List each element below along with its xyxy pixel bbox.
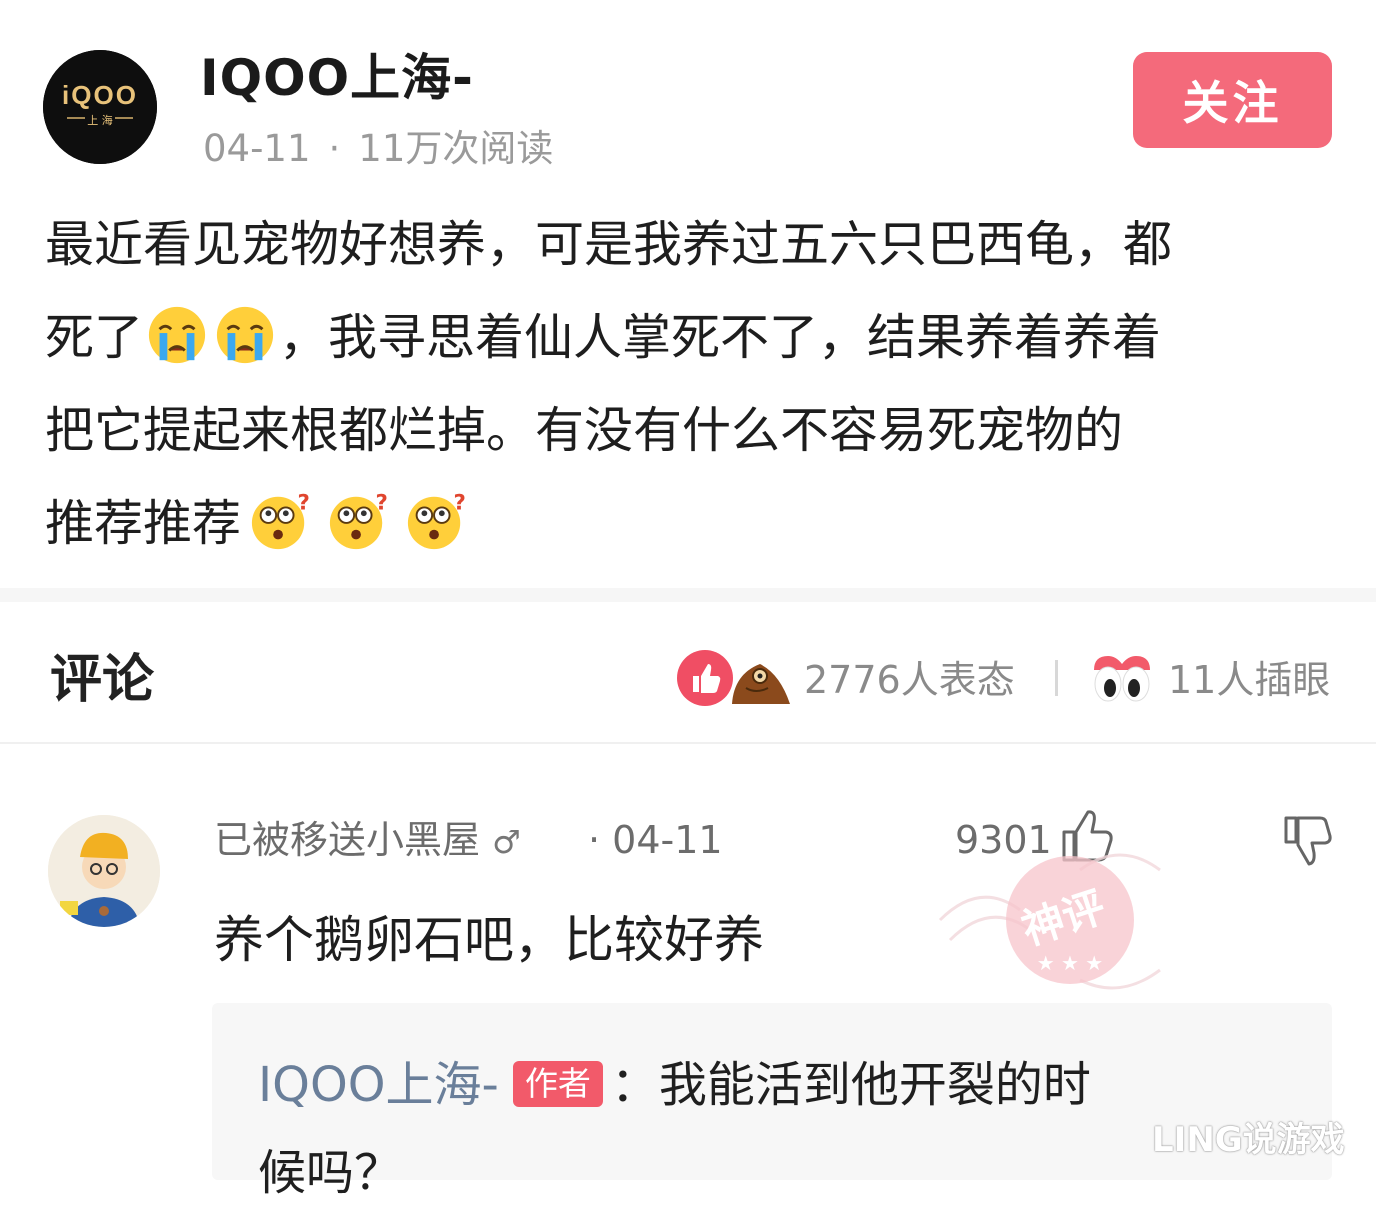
section-divider xyxy=(0,588,1376,602)
post-line: 死了 ，我寻思着仙人掌死不了，结果养着养着 xyxy=(45,291,1345,384)
post-line-text: ，我寻思着仙人掌死不了，结果养着养着 xyxy=(279,309,1162,366)
post-line-text: 推荐推荐 xyxy=(45,495,242,552)
eyes-watch-icon[interactable] xyxy=(1090,650,1156,704)
crying-face-icon xyxy=(148,306,206,364)
svg-text:★ ★ ★: ★ ★ ★ xyxy=(1037,951,1104,975)
thumbs-down-icon[interactable] xyxy=(1282,814,1334,868)
follow-button[interactable]: 关注 xyxy=(1133,52,1332,148)
svg-text:?: ? xyxy=(453,490,465,515)
crying-face-icon xyxy=(216,306,274,364)
comments-title: 评论 xyxy=(50,650,155,710)
reply-text-continued: 候吗？ xyxy=(258,1145,403,1201)
gender-male-icon: ♂ xyxy=(492,823,521,861)
author-avatar[interactable]: iQOO 上 海 xyxy=(43,50,157,164)
post-date: 04-11 xyxy=(203,127,311,170)
logo-subtext: 上 海 xyxy=(87,113,113,127)
post-line: 推荐推荐 ? ? ? xyxy=(45,477,1345,570)
header-divider xyxy=(0,742,1376,744)
commenter-name[interactable]: 已被移送小黑屋 ♂ xyxy=(214,816,521,866)
logo-text: iQOO xyxy=(62,80,138,110)
author-badge: 作者 xyxy=(512,1061,603,1107)
commenter-avatar[interactable] xyxy=(48,815,160,927)
post-line: 最近看见宠物好想养，可是我养过五六只巴西龟，都 xyxy=(45,216,1173,273)
shocked-reaction-icon xyxy=(732,664,790,704)
post-line: 把它提起来根都烂掉。有没有什么不容易死宠物的 xyxy=(45,402,1124,459)
confused-face-icon: ? xyxy=(251,490,310,550)
reply-text: ：我能活到他开裂的时 xyxy=(610,1057,1091,1113)
confused-face-icon: ? xyxy=(329,490,388,550)
post-meta: 04-11 · 11万次阅读 xyxy=(203,126,553,172)
meta-separator: · xyxy=(328,127,341,170)
author-name[interactable]: IQOO上海- xyxy=(200,48,474,108)
reaction-count[interactable]: 2776人表态 xyxy=(804,656,1015,704)
post-line-text: 死了 xyxy=(45,309,144,366)
thumbs-up-reaction-icon xyxy=(677,650,733,706)
reply-author-name[interactable]: IQOO上海- xyxy=(258,1057,499,1113)
watermark: LING说游戏 xyxy=(1152,1120,1345,1160)
confused-face-icon: ? xyxy=(407,490,466,550)
reaction-icons[interactable] xyxy=(676,648,792,708)
read-count: 11万次阅读 xyxy=(358,127,554,170)
svg-text:?: ? xyxy=(297,490,309,515)
commenter-name-text: 已被移送小黑屋 xyxy=(214,818,481,862)
watcher-count[interactable]: 11人插眼 xyxy=(1168,656,1330,704)
comment-text: 养个鹅卵石吧，比较好养 xyxy=(214,911,764,969)
reply-line: IQOO上海- 作者 ：我能活到他开裂的时 xyxy=(258,1052,1091,1118)
cartoon-boy-avatar-icon xyxy=(48,815,160,927)
post-body: 最近看见宠物好想养，可是我养过五六只巴西龟，都 死了 ，我寻思着仙人掌死不了，结… xyxy=(45,198,1345,570)
hot-comment-stamp-icon: 神评 ★ ★ ★ xyxy=(938,853,1161,990)
comment-date: · 04-11 xyxy=(588,818,723,862)
iqoo-logo-icon: iQOO 上 海 xyxy=(43,50,157,164)
stat-separator xyxy=(1055,660,1058,696)
svg-text:?: ? xyxy=(375,490,387,515)
